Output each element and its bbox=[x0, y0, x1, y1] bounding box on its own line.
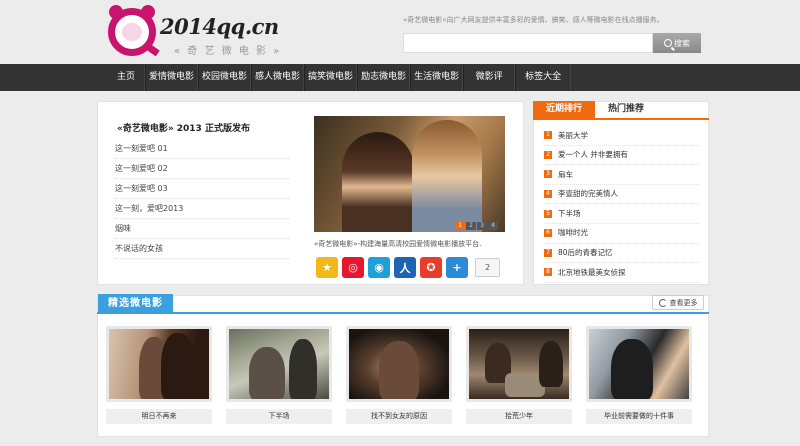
nav-item-life[interactable]: 生活微电影 bbox=[410, 64, 464, 91]
movie-title[interactable]: 拾荒少年 bbox=[466, 409, 572, 424]
featured-movie-image[interactable] bbox=[314, 116, 505, 232]
rank-item[interactable]: 1 美丽大学 bbox=[544, 126, 699, 146]
rank-item-label: 扇车 bbox=[558, 169, 573, 179]
site-tagline: «奇艺微电影»向广大网友提供丰富多彩的爱情、搞笑、感人等微电影在线点播服务。 bbox=[403, 16, 664, 24]
movie-title[interactable]: 明日不再来 bbox=[106, 409, 212, 424]
movie-card[interactable]: 下半场 bbox=[226, 326, 332, 424]
tab-recent-ranking[interactable]: 近期排行 bbox=[533, 101, 595, 118]
qzone-icon[interactable]: ★ bbox=[316, 257, 338, 278]
rank-item[interactable]: 8 北京地铁最美女侦探 bbox=[544, 263, 699, 283]
movie-title[interactable]: 下半场 bbox=[226, 409, 332, 424]
movie-thumbnail[interactable] bbox=[466, 326, 572, 402]
tab-hot-recommend[interactable]: 热门推荐 bbox=[595, 101, 657, 118]
news-item[interactable]: 这一刻爱吧 01 bbox=[115, 139, 289, 159]
search-input[interactable] bbox=[403, 33, 653, 53]
rank-item[interactable]: 4 李壹甜的完美情人 bbox=[544, 185, 699, 205]
nav-item-campus[interactable]: 校园微电影 bbox=[198, 64, 252, 91]
slide-dot[interactable]: 4 bbox=[488, 222, 498, 230]
featured-caption: «奇艺微电影»-构建海量高清校园爱情微电影播放平台. bbox=[314, 240, 482, 248]
rank-number: 3 bbox=[544, 170, 552, 179]
more-share-icon[interactable]: + bbox=[446, 257, 468, 278]
nav-item-touching[interactable]: 感人微电影 bbox=[251, 64, 305, 91]
movie-card[interactable]: 找不到女友的原因 bbox=[346, 326, 452, 424]
nav-item-comedy[interactable]: 搞笑微电影 bbox=[304, 64, 358, 91]
nav-item-inspirational[interactable]: 励志微电影 bbox=[357, 64, 411, 91]
movie-thumbnail[interactable] bbox=[586, 326, 692, 402]
movie-title[interactable]: 毕业前需要做的十件事 bbox=[586, 409, 692, 424]
movie-title[interactable]: 找不到女友的原因 bbox=[346, 409, 452, 424]
news-item[interactable]: 这一刻爱吧 03 bbox=[115, 179, 289, 199]
movie-thumbnail[interactable] bbox=[106, 326, 212, 402]
nav-item-reviews[interactable]: 微影评 bbox=[463, 64, 516, 91]
logo-subtitle: « 奇 艺 微 电 影 » bbox=[174, 46, 282, 57]
slide-dot[interactable]: 2 bbox=[466, 222, 476, 230]
site-logo[interactable]: 2014qq.cn « 奇 艺 微 电 影 » bbox=[108, 5, 288, 60]
rank-item-label: 美丽大学 bbox=[558, 130, 588, 140]
nav-item-romance[interactable]: 爱情微电影 bbox=[145, 64, 199, 91]
bear-logo-icon bbox=[108, 5, 160, 57]
movie-thumbnail[interactable] bbox=[346, 326, 452, 402]
main-nav: 主页 爱情微电影 校园微电影 感人微电影 搞笑微电影 励志微电影 生活微电影 微… bbox=[0, 64, 800, 91]
rank-number: 6 bbox=[544, 229, 552, 238]
movie-thumbnail[interactable] bbox=[226, 326, 332, 402]
renren-icon[interactable]: 人 bbox=[394, 257, 416, 278]
picks-grid: 明日不再来 下半场 找不到女友的原因 拾荒少年 毕业前需要做的十件事 bbox=[106, 326, 692, 424]
movie-card[interactable]: 明日不再来 bbox=[106, 326, 212, 424]
rank-item-label: 爱一个人 并非要拥有 bbox=[558, 150, 628, 160]
slide-dot[interactable]: 3 bbox=[477, 222, 487, 230]
news-item[interactable]: 这一刻爱吧 02 bbox=[115, 159, 289, 179]
share-count: 2 bbox=[475, 258, 500, 277]
rank-item[interactable]: 3 扇车 bbox=[544, 165, 699, 185]
news-item[interactable]: 这一刻，爱吧2013 bbox=[115, 199, 289, 219]
rank-item-label: 北京地铁最美女侦探 bbox=[558, 267, 626, 277]
search-button-label: 搜索 bbox=[674, 38, 690, 48]
view-more-button[interactable]: 查看更多 bbox=[652, 295, 704, 310]
slide-dot[interactable]: 1 bbox=[455, 222, 465, 230]
movie-card[interactable]: 毕业前需要做的十件事 bbox=[586, 326, 692, 424]
rank-number: 2 bbox=[544, 150, 552, 159]
movie-card[interactable]: 拾荒少年 bbox=[466, 326, 572, 424]
picks-divider bbox=[97, 312, 709, 314]
share-bar: ★ ◎ ◉ 人 ✪ + 2 bbox=[316, 257, 500, 278]
rank-item-label: 李壹甜的完美情人 bbox=[558, 189, 618, 199]
rank-number: 5 bbox=[544, 209, 552, 218]
rank-item-label: 下半场 bbox=[558, 208, 581, 218]
rank-item[interactable]: 7 80后的青春记忆 bbox=[544, 244, 699, 264]
search-icon bbox=[664, 39, 672, 47]
rank-number: 1 bbox=[544, 131, 552, 140]
ranking-list: 1 美丽大学 2 爱一个人 并非要拥有 3 扇车 4 李壹甜的完美情人 5 下半场 6 咖啡… bbox=[544, 126, 699, 283]
rank-item-label: 80后的青春记忆 bbox=[558, 248, 613, 258]
logo-text: 2014qq.cn bbox=[160, 14, 279, 39]
featured-image-man bbox=[412, 120, 482, 232]
picks-title: 精选微电影 bbox=[98, 294, 173, 313]
rank-number: 7 bbox=[544, 248, 552, 257]
ranking-tabs: 近期排行 热门推荐 bbox=[533, 101, 709, 120]
rank-number: 4 bbox=[544, 190, 552, 199]
rank-item[interactable]: 5 下半场 bbox=[544, 204, 699, 224]
rank-item[interactable]: 6 咖啡时光 bbox=[544, 224, 699, 244]
rank-item[interactable]: 2 爱一个人 并非要拥有 bbox=[544, 146, 699, 166]
weibo-icon[interactable]: ◎ bbox=[342, 257, 364, 278]
rank-number: 8 bbox=[544, 268, 552, 277]
news-title[interactable]: «奇艺微电影» 2013 正式版发布 bbox=[117, 121, 250, 134]
slideshow-dots: 1 2 3 4 bbox=[455, 222, 498, 230]
nav-item-tags[interactable]: 标签大全 bbox=[515, 64, 572, 91]
rank-item-label: 咖啡时光 bbox=[558, 228, 588, 238]
featured-image-woman bbox=[342, 132, 414, 232]
news-item[interactable]: 不说话的女孩 bbox=[115, 239, 289, 259]
news-item[interactable]: 烟味 bbox=[115, 219, 289, 239]
view-more-label: 查看更多 bbox=[669, 298, 698, 307]
news-list: 这一刻爱吧 01 这一刻爱吧 02 这一刻爱吧 03 这一刻，爱吧2013 烟味… bbox=[115, 139, 289, 259]
refresh-icon bbox=[658, 298, 667, 307]
search-button[interactable]: 搜索 bbox=[653, 33, 701, 53]
tqq-icon[interactable]: ◉ bbox=[368, 257, 390, 278]
nav-item-home[interactable]: 主页 bbox=[108, 64, 145, 91]
qq-icon[interactable]: ✪ bbox=[420, 257, 442, 278]
